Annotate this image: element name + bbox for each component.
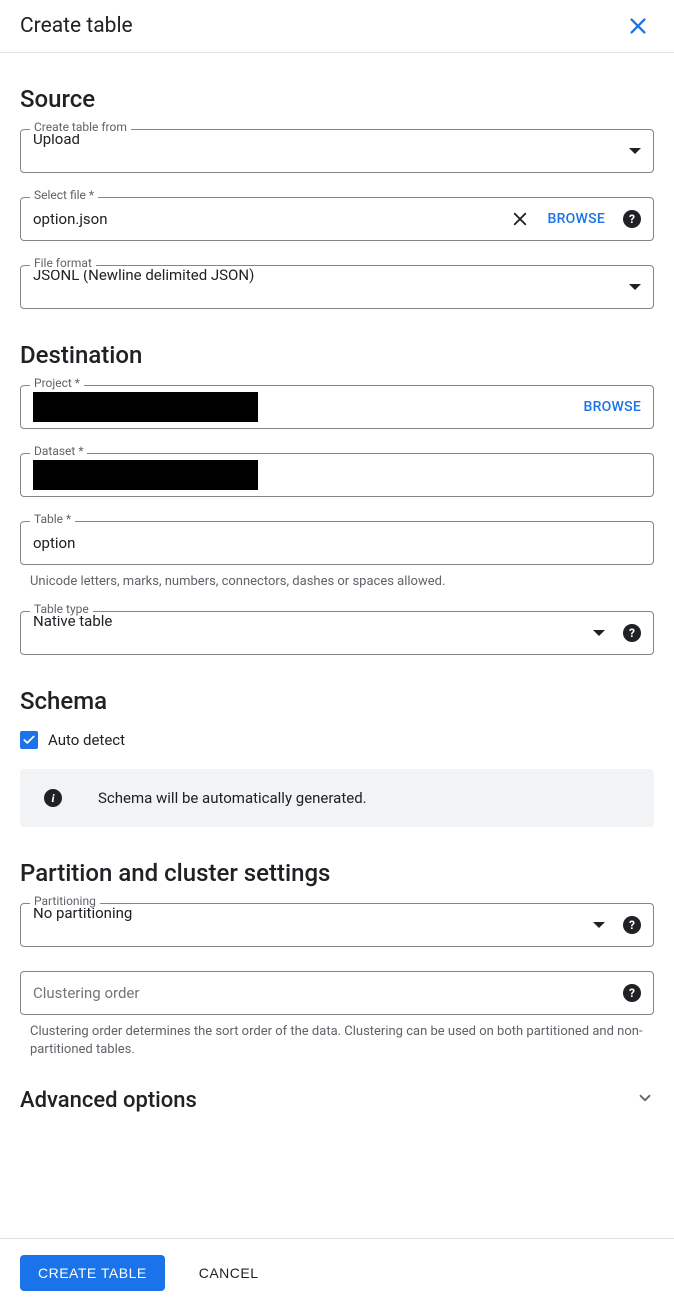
- panel-header: Create table: [0, 0, 674, 53]
- select-file-field: BROWSE ?: [20, 197, 654, 241]
- dropdown-icon: [629, 284, 641, 290]
- help-icon[interactable]: ?: [623, 916, 641, 934]
- table-type-value: Native table: [33, 612, 585, 654]
- create-table-from-value: Upload: [33, 130, 621, 172]
- create-table-button[interactable]: CREATE TABLE: [20, 1255, 165, 1291]
- advanced-options-toggle[interactable]: Advanced options: [20, 1088, 654, 1113]
- table-name-field: [20, 521, 654, 565]
- create-table-from-label: Create table from: [30, 120, 131, 134]
- clustering-order-field: ?: [20, 971, 654, 1015]
- browse-project-button[interactable]: BROWSE: [583, 399, 641, 415]
- create-table-from-select[interactable]: Upload: [20, 129, 654, 173]
- select-file-label: Select file *: [30, 188, 98, 202]
- dataset-value-redacted: [33, 460, 258, 490]
- file-format-value: JSONL (Newline delimited JSON): [33, 266, 621, 308]
- close-icon: [627, 15, 649, 37]
- destination-heading: Destination: [20, 341, 654, 369]
- dataset-label: Dataset *: [30, 444, 87, 458]
- file-format-select[interactable]: JSONL (Newline delimited JSON): [20, 265, 654, 309]
- dropdown-icon: [593, 922, 605, 928]
- check-icon: [22, 733, 36, 747]
- dropdown-icon: [593, 630, 605, 636]
- help-icon[interactable]: ?: [623, 624, 641, 642]
- partition-heading: Partition and cluster settings: [20, 859, 654, 887]
- browse-file-button[interactable]: BROWSE: [547, 211, 605, 227]
- table-name-label: Table *: [30, 512, 75, 526]
- project-value-redacted: [33, 392, 258, 422]
- partitioning-value: No partitioning: [33, 904, 585, 946]
- table-name-helper: Unicode letters, marks, numbers, connect…: [30, 573, 654, 591]
- project-field[interactable]: BROWSE: [20, 385, 654, 429]
- help-icon[interactable]: ?: [623, 984, 641, 1002]
- info-icon: i: [44, 789, 62, 807]
- dropdown-icon: [629, 148, 641, 154]
- dataset-field[interactable]: [20, 453, 654, 497]
- auto-detect-checkbox[interactable]: [20, 731, 38, 749]
- schema-info-text: Schema will be automatically generated.: [98, 789, 367, 807]
- close-icon: [511, 210, 529, 228]
- partitioning-select[interactable]: No partitioning ?: [20, 903, 654, 947]
- panel-title: Create table: [20, 14, 133, 38]
- clustering-order-input[interactable]: [33, 972, 623, 1014]
- cancel-button[interactable]: CANCEL: [193, 1264, 265, 1282]
- close-button[interactable]: [622, 10, 654, 42]
- help-icon[interactable]: ?: [623, 210, 641, 228]
- clustering-helper: Clustering order determines the sort ord…: [30, 1023, 654, 1059]
- project-label: Project *: [30, 376, 84, 390]
- schema-heading: Schema: [20, 687, 654, 715]
- table-type-label: Table type: [30, 602, 93, 616]
- table-type-select[interactable]: Native table ?: [20, 611, 654, 655]
- advanced-options-label: Advanced options: [20, 1088, 197, 1113]
- schema-info-banner: i Schema will be automatically generated…: [20, 769, 654, 827]
- panel-footer: CREATE TABLE CANCEL: [0, 1238, 674, 1307]
- clear-file-button[interactable]: [511, 210, 529, 228]
- partitioning-label: Partitioning: [30, 894, 100, 908]
- source-heading: Source: [20, 85, 654, 113]
- chevron-down-icon: [636, 1089, 654, 1111]
- file-format-label: File format: [30, 256, 96, 270]
- select-file-input[interactable]: [33, 198, 511, 240]
- auto-detect-label: Auto detect: [48, 731, 125, 749]
- table-name-input[interactable]: [33, 522, 641, 564]
